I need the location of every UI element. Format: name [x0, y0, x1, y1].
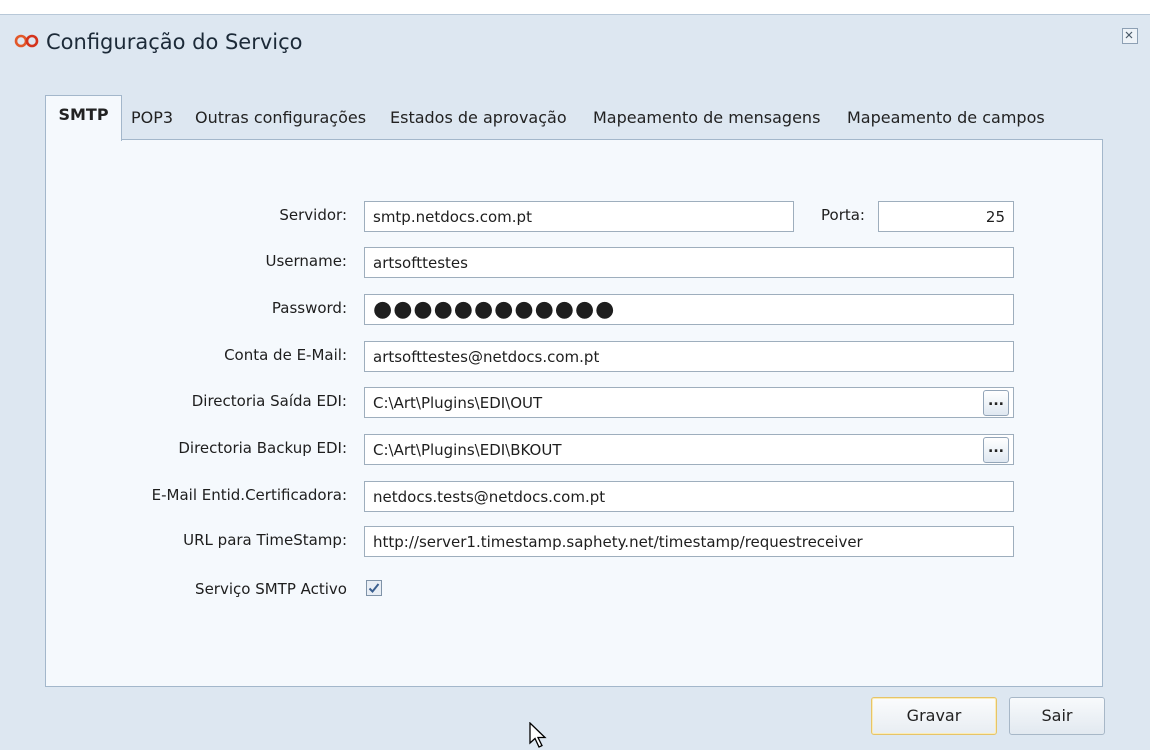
dir-saida-input[interactable] [364, 387, 1014, 418]
checkmark-icon [368, 583, 380, 593]
servidor-label: Servidor: [279, 206, 347, 224]
email-certificadora-label: E-Mail Entid.Certificadora: [151, 486, 347, 504]
close-icon [1125, 31, 1133, 39]
tab-mapeamento-campos[interactable]: Mapeamento de campos [847, 101, 1045, 135]
dir-backup-label: Directoria Backup EDI: [178, 439, 347, 457]
mouse-pointer-icon [529, 722, 547, 748]
dir-backup-input[interactable] [364, 434, 1014, 465]
porta-label: Porta: [821, 206, 865, 224]
tab-estados-aprovacao[interactable]: Estados de aprovação [390, 101, 567, 135]
porta-input[interactable] [878, 201, 1014, 232]
username-input[interactable] [364, 247, 1014, 278]
servidor-input[interactable] [364, 201, 794, 232]
url-timestamp-input[interactable] [364, 526, 1014, 557]
smtp-settings-panel: Servidor: Porta: Username: Password: ●●●… [45, 139, 1103, 687]
sair-button[interactable]: Sair [1009, 697, 1105, 735]
dir-saida-label: Directoria Saída EDI: [191, 392, 347, 410]
email-certificadora-input[interactable] [364, 481, 1014, 512]
username-label: Username: [265, 252, 347, 270]
service-config-dialog: Configuração do Serviço SMTP POP3 Outras… [0, 14, 1150, 750]
infinity-logo-icon [14, 34, 39, 48]
tab-mapeamento-mensagens[interactable]: Mapeamento de mensagens [593, 101, 820, 135]
tab-smtp[interactable]: SMTP [45, 95, 122, 141]
tab-outras-configuracoes[interactable]: Outras configurações [195, 101, 366, 135]
password-input[interactable]: ●●●●●●●●●●●● [364, 294, 1014, 325]
smtp-activo-checkbox[interactable] [366, 580, 382, 596]
password-label: Password: [271, 299, 347, 317]
close-button[interactable] [1122, 28, 1138, 44]
tab-pop3[interactable]: POP3 [131, 101, 173, 135]
dir-saida-browse-button[interactable]: ... [983, 390, 1009, 416]
conta-email-label: Conta de E-Mail: [224, 346, 347, 364]
smtp-activo-label: Serviço SMTP Activo [195, 580, 347, 598]
gravar-button[interactable]: Gravar [871, 697, 997, 735]
tab-bar: SMTP POP3 Outras configurações Estados d… [45, 95, 1105, 141]
url-timestamp-label: URL para TimeStamp: [183, 531, 347, 549]
conta-email-input[interactable] [364, 341, 1014, 372]
title-bar: Configuração do Serviço [0, 15, 1150, 77]
dir-backup-browse-button[interactable]: ... [983, 437, 1009, 463]
window-title: Configuração do Serviço [46, 30, 303, 54]
